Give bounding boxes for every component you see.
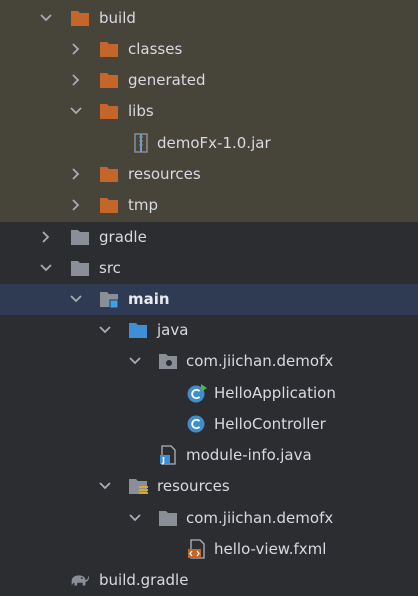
package-icon xyxy=(159,354,177,369)
tree-item-build-resources[interactable]: resources xyxy=(0,159,418,190)
tree-item-main[interactable]: main xyxy=(0,284,418,315)
tree-item-gradle[interactable]: gradle xyxy=(0,222,418,253)
tree-item-label: main xyxy=(128,290,170,308)
tree-item-hello-controller[interactable]: HelloController xyxy=(0,409,418,440)
chevron-right-icon[interactable] xyxy=(68,41,84,57)
folder-icon xyxy=(100,73,118,88)
tree-item-package-resources[interactable]: com.jiichan.demofx xyxy=(0,503,418,534)
chevron-right-icon[interactable] xyxy=(68,166,84,182)
java-file-icon: J xyxy=(160,445,176,465)
chevron-down-icon[interactable] xyxy=(68,291,84,307)
tree-item-fxml[interactable]: hello-view.fxml xyxy=(0,534,418,565)
tree-item-label: com.jiichan.demofx xyxy=(186,352,334,370)
tree-item-java[interactable]: java xyxy=(0,315,418,346)
tree-item-label: libs xyxy=(128,102,154,120)
tree-item-hello-application[interactable]: HelloApplication xyxy=(0,378,418,409)
tree-item-tmp[interactable]: tmp xyxy=(0,190,418,221)
tree-item-label: com.jiichan.demofx xyxy=(186,509,334,527)
tree-item-package-main[interactable]: com.jiichan.demofx xyxy=(0,346,418,377)
tree-item-label: resources xyxy=(128,165,201,183)
tree-item-module-info[interactable]: J module-info.java xyxy=(0,440,418,471)
chevron-down-icon[interactable] xyxy=(97,322,113,338)
tree-item-label: build.gradle xyxy=(99,571,189,589)
chevron-down-icon[interactable] xyxy=(68,103,84,119)
runnable-class-icon xyxy=(187,384,207,403)
chevron-down-icon[interactable] xyxy=(38,10,54,26)
chevron-right-icon[interactable] xyxy=(38,229,54,245)
tree-item-generated[interactable]: generated xyxy=(0,65,418,96)
folder-icon xyxy=(100,167,118,182)
chevron-right-icon[interactable] xyxy=(68,72,84,88)
project-tree: build classes generated libs demoFx-1.0.… xyxy=(0,0,418,596)
tree-item-src-resources[interactable]: resources xyxy=(0,471,418,502)
tree-item-label: java xyxy=(157,321,189,339)
tree-item-label: generated xyxy=(128,71,206,89)
tree-item-label: classes xyxy=(128,40,183,58)
class-icon xyxy=(187,415,205,433)
tree-item-build-gradle[interactable]: build.gradle xyxy=(0,565,418,596)
tree-item-label: src xyxy=(99,259,121,277)
folder-icon xyxy=(71,11,89,26)
tree-item-libs[interactable]: libs xyxy=(0,96,418,127)
tree-item-label: demoFx-1.0.jar xyxy=(157,134,271,152)
chevron-down-icon[interactable] xyxy=(127,353,143,369)
tree-item-label: hello-view.fxml xyxy=(214,540,327,558)
tree-item-label: module-info.java xyxy=(186,446,312,464)
folder-icon xyxy=(100,42,118,57)
tree-item-label: HelloController xyxy=(214,415,326,433)
svg-text:J: J xyxy=(161,456,165,465)
folder-icon xyxy=(71,261,89,276)
chevron-down-icon[interactable] xyxy=(38,260,54,276)
tree-item-label: resources xyxy=(157,477,230,495)
folder-icon xyxy=(100,198,118,213)
archive-icon xyxy=(134,133,148,153)
tree-item-label: HelloApplication xyxy=(214,384,336,402)
tree-item-label: build xyxy=(99,9,136,27)
gradle-elephant-icon xyxy=(71,575,90,586)
chevron-down-icon[interactable] xyxy=(127,510,143,526)
folder-icon xyxy=(100,104,118,119)
module-folder-icon xyxy=(100,292,119,309)
source-folder-icon xyxy=(129,323,147,338)
folder-icon xyxy=(71,230,89,245)
tree-item-label: tmp xyxy=(128,196,159,214)
fxml-file-icon xyxy=(188,539,205,559)
tree-item-jar[interactable]: demoFx-1.0.jar xyxy=(0,128,418,159)
resources-folder-icon xyxy=(129,479,148,494)
chevron-down-icon[interactable] xyxy=(97,478,113,494)
chevron-right-icon[interactable] xyxy=(68,197,84,213)
tree-item-classes[interactable]: classes xyxy=(0,34,418,65)
folder-icon xyxy=(159,511,177,526)
tree-item-build[interactable]: build xyxy=(0,3,418,34)
tree-item-src[interactable]: src xyxy=(0,253,418,284)
tree-item-label: gradle xyxy=(99,228,147,246)
